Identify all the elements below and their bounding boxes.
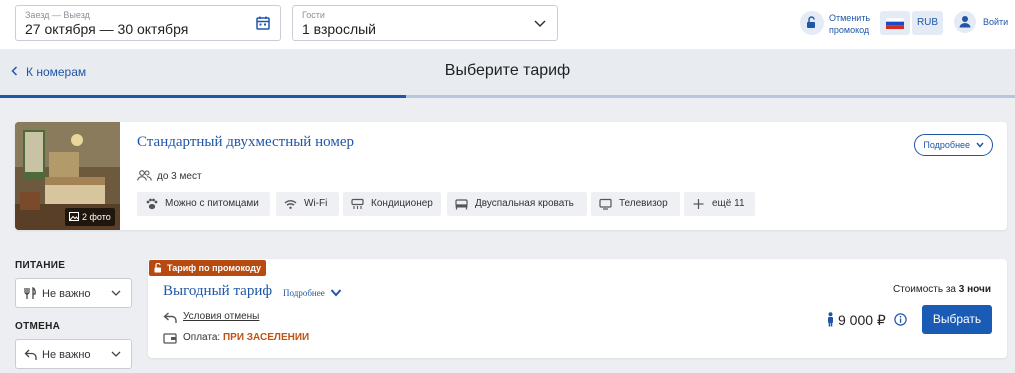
select-rate-button[interactable]: Выбрать [922,305,992,334]
room-details-label: Подробнее [923,140,971,150]
cancel-conditions-link[interactable]: Условия отмены [183,311,259,322]
amenity-label: Wi-Fi [304,198,328,209]
meal-filter-value: Не важно [42,288,91,300]
rate-details-link[interactable]: Подробнее [283,288,325,298]
amenity-label: Телевизор [619,198,668,209]
calendar-icon [256,16,270,30]
room-capacity-text: до 3 мест [157,171,202,182]
photo-count: 2 фото [82,212,111,222]
promo-unlock-button[interactable] [800,11,824,35]
person-icon [828,312,833,327]
promo-rate-badge: Тариф по промокоду [149,260,267,276]
unlock-icon [807,16,815,28]
plus-icon [693,199,704,209]
amenity-tv: Телевизор [591,192,680,216]
currency-button[interactable]: RUB [912,11,943,35]
amenity-ac: Кондиционер [343,192,441,216]
chevron-down-icon [111,351,121,357]
undo-arrow-icon [24,349,37,360]
cancel-filter-value: Не важно [42,349,91,361]
meal-filter-title: ПИТАНИЕ [15,260,66,271]
rate-card [148,259,1007,358]
dates-label: Заезд — Выезд [25,10,90,20]
bed-icon [455,199,468,210]
top-bar: Заезд — Выезд 27 октября — 30 октября Го… [0,0,1015,49]
login-avatar-button[interactable] [954,11,976,33]
guests-label: Гости [302,10,325,20]
amenity-pets: Можно с питомцами [137,192,270,216]
amenity-more[interactable]: ещё 11 [684,192,755,216]
chevron-down-icon [111,290,121,296]
rate-price: 9 000 ₽ [838,312,886,328]
fork-knife-icon [24,287,36,299]
promo-rate-label: Тариф по промокоду [167,263,262,273]
russia-flag-icon [886,18,904,29]
language-button[interactable] [880,11,910,35]
unlock-icon [154,263,161,273]
cancel-filter-title: ОТМЕНА [15,321,61,332]
undo-arrow-icon [163,312,177,323]
amenity-label: Кондиционер [371,198,433,209]
people-icon [137,170,152,181]
amenity-wifi: Wi-Fi [276,192,339,216]
guests-value: 1 взрослый [302,21,376,37]
dates-field[interactable]: Заезд — Выезд 27 октября — 30 октября [15,5,281,41]
wallet-icon [163,333,177,344]
cost-label: Стоимость за 3 ночи [893,284,991,295]
wifi-icon [284,200,297,209]
room-details-button[interactable]: Подробнее [914,134,993,156]
room-card: 2 фото Стандартный двухместный номер Под… [15,122,1007,230]
info-icon[interactable] [894,313,907,326]
photo-count-badge: 2 фото [65,208,115,226]
chevron-down-icon[interactable] [330,288,342,297]
user-icon [959,16,971,28]
progress-bar [0,95,1015,98]
cancel-promo-line2: промокод [829,25,870,35]
room-photo[interactable]: 2 фото [15,122,120,230]
cancel-filter-select[interactable]: Не важно [15,339,132,369]
cancel-promo-line1: Отменить [829,13,871,23]
nav-bar: К номерам Выберите тариф [0,49,1015,95]
rate-name[interactable]: Выгодный тариф [163,283,272,300]
payment-info: Оплата: ПРИ ЗАСЕЛЕНИИ [163,332,310,344]
air-conditioner-icon [351,198,364,209]
room-name[interactable]: Стандартный двухместный номер [137,134,354,151]
page-title: Выберите тариф [444,62,571,79]
amenity-label: Можно с питомцами [165,198,259,209]
chevron-down-icon [976,142,984,148]
payment-value: ПРИ ЗАСЕЛЕНИИ [222,332,310,343]
payment-label: Оплата: [183,332,221,343]
cancel-promo-link[interactable]: Отменить промокод [829,12,870,36]
amenity-label: Двуспальная кровать [475,198,574,209]
image-icon [69,212,79,221]
amenity-bed: Двуспальная кровать [447,192,587,216]
guests-field[interactable]: Гости 1 взрослый [292,5,558,41]
dates-value: 27 октября — 30 октября [25,21,189,37]
tv-icon [599,198,612,210]
nights-count: 3 ночи [958,284,991,295]
room-capacity: до 3 мест [137,170,202,182]
paw-icon [146,198,158,210]
cancel-conditions[interactable]: Условия отмены [163,311,259,323]
amenity-label: ещё 11 [712,198,745,209]
cost-label-text: Стоимость за [893,284,956,295]
chevron-down-icon [534,20,546,28]
progress-fill [0,95,406,98]
meal-filter-select[interactable]: Не важно [15,278,132,308]
login-link[interactable]: Войти [983,17,1008,27]
